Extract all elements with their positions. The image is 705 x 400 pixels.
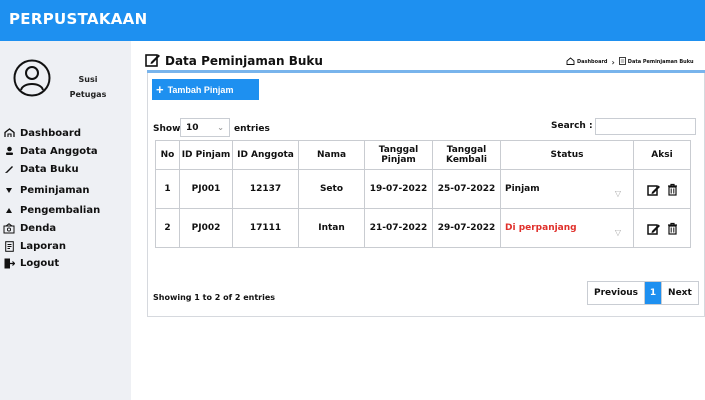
document-icon bbox=[618, 57, 626, 67]
sidebar-item-label: Data Anggota bbox=[20, 145, 98, 157]
entries-value: 10 bbox=[186, 122, 199, 133]
edit-icon[interactable] bbox=[646, 183, 661, 196]
entries-select[interactable]: 10 ⌄ bbox=[180, 118, 230, 137]
chevron-down-icon: ▽ bbox=[614, 228, 621, 237]
caret-down-icon bbox=[2, 184, 16, 196]
sidebar-item-peminjaman[interactable]: Peminjaman bbox=[0, 182, 131, 198]
pencil-icon bbox=[2, 163, 16, 175]
user-avatar-icon[interactable] bbox=[13, 59, 51, 97]
cell-id-pinjam: PJ002 bbox=[179, 208, 233, 248]
sidebar-item-label: Data Buku bbox=[20, 163, 79, 175]
add-loan-button[interactable]: + Tambah Pinjam bbox=[152, 79, 259, 100]
home-icon bbox=[2, 127, 16, 139]
column-header[interactable]: ID Pinjam bbox=[179, 140, 233, 170]
sidebar-item-pengembalian[interactable]: Pengembalian bbox=[0, 202, 131, 218]
breadcrumb: Dashboard › Data Peminjaman Buku bbox=[566, 57, 694, 67]
sidebar-item-denda[interactable]: Denda bbox=[0, 220, 131, 236]
table-header-row: No ID Pinjam ID Anggota Nama Tanggal Pin… bbox=[155, 140, 691, 170]
status-select[interactable]: Pinjam ▽ bbox=[500, 169, 634, 209]
pagination: Previous 1 Next bbox=[587, 281, 699, 305]
chevron-down-icon: ▽ bbox=[614, 189, 621, 198]
table-info: Showing 1 to 2 of 2 entries bbox=[153, 293, 276, 302]
loans-table: No ID Pinjam ID Anggota Nama Tanggal Pin… bbox=[155, 140, 691, 248]
cell-tanggal-kembali: 25-07-2022 bbox=[432, 169, 501, 209]
next-button[interactable]: Next bbox=[662, 282, 698, 304]
user-role: Petugas bbox=[69, 90, 107, 99]
page-header: Data Peminjaman Buku bbox=[145, 52, 323, 70]
status-value: Di perpanjang bbox=[505, 223, 577, 233]
sidebar-item-label: Denda bbox=[20, 222, 57, 234]
cell-id-anggota: 12137 bbox=[232, 169, 299, 209]
column-header[interactable]: No bbox=[155, 140, 180, 170]
cell-id-anggota: 17111 bbox=[232, 208, 299, 248]
app-title: PERPUSTAKAAN bbox=[9, 10, 148, 28]
column-header[interactable]: Nama bbox=[298, 140, 365, 170]
sidebar-item-label: Dashboard bbox=[20, 127, 81, 139]
breadcrumb-current: Data Peminjaman Buku bbox=[627, 59, 694, 65]
add-loan-label: Tambah Pinjam bbox=[167, 84, 234, 95]
column-header[interactable]: Tanggal Pinjam bbox=[364, 140, 433, 170]
column-header[interactable]: Tanggal Kembali bbox=[432, 140, 501, 170]
user-name: Susi bbox=[78, 75, 98, 84]
logout-icon bbox=[2, 257, 16, 269]
edit-icon[interactable] bbox=[646, 222, 661, 235]
sidebar-item-label: Laporan bbox=[20, 240, 66, 252]
show-label: Show bbox=[153, 124, 181, 134]
sidebar-item-logout[interactable]: Logout bbox=[0, 255, 131, 271]
sidebar: Susi Petugas Dashboard Data Anggota Data… bbox=[0, 41, 131, 400]
sidebar-item-data-buku[interactable]: Data Buku bbox=[0, 161, 131, 177]
page-1-button[interactable]: 1 bbox=[645, 282, 663, 304]
search-label: Search : bbox=[551, 121, 593, 131]
cell-no: 2 bbox=[155, 208, 180, 248]
trash-icon[interactable] bbox=[667, 183, 678, 196]
status-select[interactable]: Di perpanjang ▽ bbox=[500, 208, 634, 248]
cell-nama: Seto bbox=[298, 169, 365, 209]
cell-no: 1 bbox=[155, 169, 180, 209]
column-header[interactable]: ID Anggota bbox=[232, 140, 299, 170]
column-header[interactable]: Status bbox=[500, 140, 634, 170]
table-row: 1 PJ001 12137 Seto 19-07-2022 25-07-2022… bbox=[155, 169, 691, 209]
cell-id-pinjam: PJ001 bbox=[179, 169, 233, 209]
cell-tanggal-pinjam: 19-07-2022 bbox=[364, 169, 433, 209]
report-icon bbox=[2, 240, 16, 252]
cell-nama: Intan bbox=[298, 208, 365, 248]
chevron-down-icon: ⌄ bbox=[217, 123, 224, 132]
breadcrumb-home[interactable]: Dashboard bbox=[577, 59, 608, 65]
previous-button[interactable]: Previous bbox=[588, 282, 646, 304]
cell-aksi bbox=[633, 208, 691, 248]
search-input[interactable] bbox=[595, 118, 696, 135]
page-title: Data Peminjaman Buku bbox=[165, 54, 323, 68]
caret-up-icon bbox=[2, 204, 16, 216]
plus-icon: + bbox=[156, 82, 164, 97]
table-row: 2 PJ002 17111 Intan 21-07-2022 29-07-202… bbox=[155, 208, 691, 248]
chevron-right-icon: › bbox=[611, 57, 615, 67]
cell-tanggal-kembali: 29-07-2022 bbox=[432, 208, 501, 248]
cell-aksi bbox=[633, 169, 691, 209]
sidebar-item-data-anggota[interactable]: Data Anggota bbox=[0, 143, 131, 159]
cell-tanggal-pinjam: 21-07-2022 bbox=[364, 208, 433, 248]
sidebar-item-label: Peminjaman bbox=[20, 184, 90, 196]
sidebar-item-label: Pengembalian bbox=[20, 204, 101, 216]
entries-label: entries bbox=[234, 124, 270, 134]
sidebar-item-laporan[interactable]: Laporan bbox=[0, 238, 131, 254]
column-header[interactable]: Aksi bbox=[633, 140, 691, 170]
sidebar-item-label: Logout bbox=[20, 257, 60, 269]
top-bar: PERPUSTAKAAN bbox=[0, 0, 705, 41]
edit-icon bbox=[145, 52, 161, 71]
sidebar-item-dashboard[interactable]: Dashboard bbox=[0, 125, 131, 141]
home-icon bbox=[566, 57, 575, 67]
trash-icon[interactable] bbox=[667, 222, 678, 235]
person-icon bbox=[2, 145, 16, 157]
status-value: Pinjam bbox=[505, 184, 540, 194]
cash-icon bbox=[2, 222, 16, 234]
